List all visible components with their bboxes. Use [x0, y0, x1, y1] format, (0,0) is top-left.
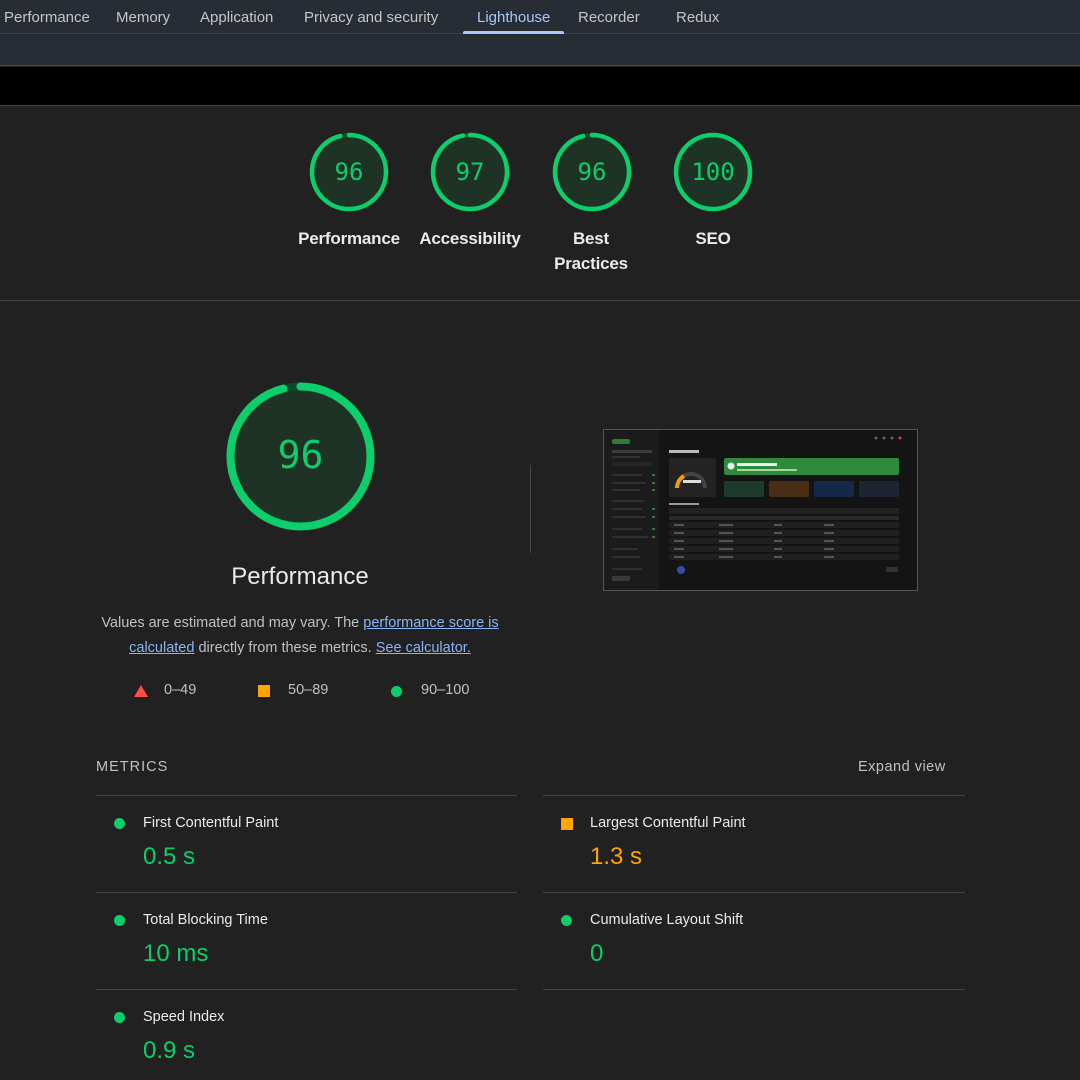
score-label-seo: SEO [695, 229, 731, 248]
vertical-divider [530, 465, 531, 553]
metric-name: Cumulative Layout Shift [590, 912, 744, 928]
performance-title: Performance [231, 563, 369, 590]
performance-description: Values are estimated and may vary. The p… [90, 611, 510, 661]
metric-divider [543, 989, 965, 990]
score-gauge-performance[interactable]: 96 [308, 131, 390, 213]
tab-application[interactable]: Application [200, 0, 273, 34]
section-divider [0, 300, 1080, 301]
tab-performance[interactable]: Performance [4, 0, 90, 34]
see-calculator-link[interactable]: See calculator. [376, 640, 471, 656]
devtools-tab-bar: Performance Memory Application Privacy a… [0, 0, 1080, 34]
tab-lighthouse[interactable]: Lighthouse [462, 0, 565, 34]
desc-text: directly from these metrics. [194, 640, 376, 656]
score-value: 97 [455, 158, 485, 186]
score-label-best-practices: Best Practices [554, 229, 628, 273]
score-gauge-best-practices[interactable]: 96 [551, 131, 633, 213]
pass-circle-icon [114, 915, 125, 926]
score-gauge-accessibility[interactable]: 97 [429, 131, 511, 213]
metric-name: Largest Contentful Paint [590, 815, 746, 831]
score-label-accessibility: Accessibility [419, 229, 521, 248]
metric-value: 10 ms [143, 940, 209, 967]
score-value: 100 [691, 158, 735, 186]
final-screenshot-thumbnail[interactable] [603, 429, 918, 591]
pass-circle-icon [391, 686, 402, 697]
metric-name: Total Blocking Time [143, 912, 268, 928]
score-gauge-seo[interactable]: 100 [672, 131, 754, 213]
metric-name: First Contentful Paint [143, 815, 279, 831]
tab-redux[interactable]: Redux [676, 0, 719, 34]
metric-divider [96, 989, 517, 990]
legend-average-label: 50–89 [288, 682, 329, 698]
metric-value: 0.9 s [143, 1037, 196, 1064]
metric-value: 1.3 s [590, 843, 643, 870]
metric-name: Speed Index [143, 1009, 225, 1025]
metric-divider [543, 892, 965, 893]
average-square-icon [561, 818, 573, 830]
pass-circle-icon [114, 818, 125, 829]
metric-value: 0.5 s [143, 843, 196, 870]
score-value: 96 [334, 158, 364, 186]
score-value: 96 [577, 158, 607, 186]
tab-memory[interactable]: Memory [116, 0, 170, 34]
page-screenshot-image [604, 430, 917, 590]
metrics-heading: METRICS [96, 759, 169, 775]
average-square-icon [258, 685, 270, 697]
metric-divider [96, 795, 517, 796]
metric-divider [96, 892, 517, 893]
metric-divider [543, 795, 965, 796]
report-top-bar [0, 67, 1080, 106]
fail-triangle-icon [134, 685, 148, 697]
desc-text: Values are estimated and may vary. The [101, 615, 364, 631]
legend-average: 50–89 [258, 682, 329, 698]
legend-pass-label: 90–100 [421, 682, 470, 698]
expand-view-toggle[interactable]: Expand view [858, 759, 946, 775]
legend-pass: 90–100 [391, 682, 470, 698]
legend-fail-label: 0–49 [164, 682, 197, 698]
metric-value: 0 [590, 940, 604, 967]
tab-privacy-and-security[interactable]: Privacy and security [304, 0, 438, 34]
performance-score-gauge: 96 [224, 380, 377, 533]
tab-recorder[interactable]: Recorder [578, 0, 640, 34]
pass-circle-icon [561, 915, 572, 926]
performance-score-value: 96 [277, 433, 324, 477]
pass-circle-icon [114, 1012, 125, 1023]
lighthouse-toolbar [0, 34, 1080, 66]
legend-fail: 0–49 [134, 682, 197, 698]
